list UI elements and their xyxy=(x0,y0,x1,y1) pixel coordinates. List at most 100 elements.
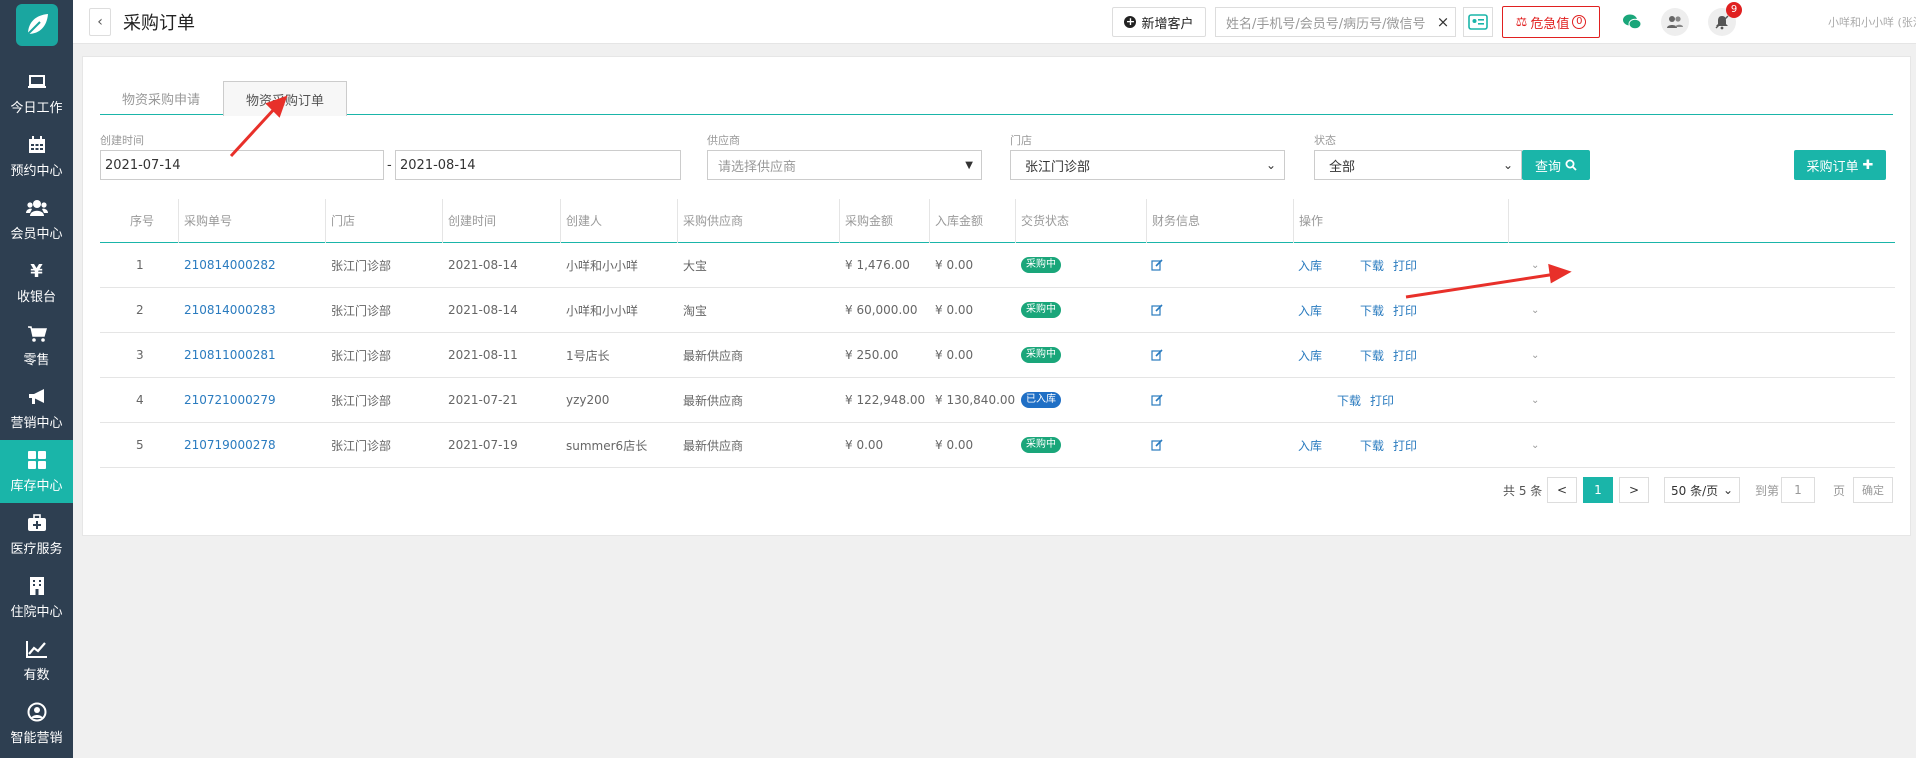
wechat-button[interactable] xyxy=(1618,8,1646,36)
new-customer-button[interactable]: + 新增客户 xyxy=(1112,7,1206,37)
sidebar-item-label: 智能营销 xyxy=(10,731,63,746)
edit-icon xyxy=(1151,259,1163,271)
notification-button[interactable]: 9 xyxy=(1708,2,1742,36)
sidebar-item-line-chart[interactable]: 有数 xyxy=(0,629,73,692)
new-purchase-order-button[interactable]: 采购订单 ✚ xyxy=(1794,150,1886,180)
confirm-goto-button[interactable]: 确定 xyxy=(1853,477,1893,503)
expand-row-chevron-icon[interactable]: ⌄ xyxy=(1531,423,1539,467)
print-link[interactable]: 打印 xyxy=(1393,243,1417,287)
expand-row-chevron-icon[interactable]: ⌄ xyxy=(1531,378,1539,422)
edit-icon xyxy=(1151,439,1163,451)
sidebar-item-laptop[interactable]: 今日工作 xyxy=(0,62,73,125)
sidebar-item-calendar[interactable]: 预约中心 xyxy=(0,125,73,188)
date-from-input[interactable]: 2021-07-14 xyxy=(100,150,384,180)
expand-row-chevron-icon[interactable]: ⌄ xyxy=(1531,243,1539,287)
finance-edit-button[interactable] xyxy=(1151,243,1163,287)
stock-in-link[interactable]: 入库 xyxy=(1298,333,1322,377)
print-link[interactable]: 打印 xyxy=(1370,378,1394,422)
page-1-button[interactable]: 1 xyxy=(1583,477,1613,503)
query-button[interactable]: 查询 xyxy=(1522,150,1590,180)
building-icon xyxy=(26,575,48,597)
order-number-link[interactable]: 210719000278 xyxy=(184,423,276,467)
sidebar-item-label: 零售 xyxy=(23,353,50,368)
tab-purchase-order[interactable]: 物资采购订单 xyxy=(223,81,348,116)
status-badge: 采购中 xyxy=(1021,437,1061,453)
staff-button[interactable] xyxy=(1661,8,1689,36)
finance-edit-button[interactable] xyxy=(1151,423,1163,467)
megaphone-icon xyxy=(26,386,48,408)
print-link[interactable]: 打印 xyxy=(1393,423,1417,467)
id-card-button[interactable] xyxy=(1463,7,1493,37)
chevron-down-icon: ⌄ xyxy=(1265,158,1276,172)
amount-cell: ¥ 250.00 xyxy=(845,348,899,362)
creator-cell: 小咩和小小咩 xyxy=(566,258,639,273)
critical-value-button[interactable]: ⚖ 危急值 0 xyxy=(1502,6,1600,38)
medkit-icon xyxy=(26,512,48,534)
main-panel: 物资采购申请 物资采购订单 创建时间 2021-07-14 - 2021-08-… xyxy=(82,56,1911,536)
status-select[interactable]: 全部 ⌄ xyxy=(1314,150,1522,180)
next-page-button[interactable]: > xyxy=(1619,477,1649,503)
download-link[interactable]: 下载 xyxy=(1360,243,1384,287)
row-index: 3 xyxy=(136,348,144,362)
finance-edit-button[interactable] xyxy=(1151,378,1163,422)
date-to-input[interactable]: 2021-08-14 xyxy=(395,150,681,180)
sidebar-item-yen[interactable]: ¥ 收银台 xyxy=(0,251,73,314)
download-link[interactable]: 下载 xyxy=(1360,333,1384,377)
download-link[interactable]: 下载 xyxy=(1360,288,1384,332)
tab-purchase-request[interactable]: 物资采购申请 xyxy=(100,81,222,115)
grid-icon xyxy=(26,449,48,471)
prev-page-button[interactable]: < xyxy=(1547,477,1577,503)
status-badge: 已入库 xyxy=(1021,392,1061,408)
sidebar-item-robot[interactable]: 智能营销 xyxy=(0,692,73,755)
back-button[interactable]: ‹ xyxy=(89,8,111,36)
order-number-link[interactable]: 210814000282 xyxy=(184,243,276,287)
order-number-link[interactable]: 210721000279 xyxy=(184,378,276,422)
edit-icon xyxy=(1151,394,1163,406)
sidebar-item-medkit[interactable]: 医疗服务 xyxy=(0,503,73,566)
sidebar-item-grid[interactable]: 库存中心 xyxy=(0,440,73,503)
logo[interactable] xyxy=(0,0,73,50)
row-index: 1 xyxy=(136,258,144,272)
critical-value-count: 0 xyxy=(1572,15,1587,29)
download-link[interactable]: 下载 xyxy=(1360,423,1384,467)
store-select[interactable]: 张江门诊部 ⌄ xyxy=(1010,150,1285,180)
sidebar-item-users[interactable]: 会员中心 xyxy=(0,188,73,251)
expand-row-chevron-icon[interactable]: ⌄ xyxy=(1531,288,1539,332)
sidebar-item-megaphone[interactable]: 营销中心 xyxy=(0,377,73,440)
user-menu[interactable]: 小咩和小小咩 (张江门诊部) ⌄ xyxy=(1828,14,1916,30)
page-size-select[interactable]: 50 条/页 ⌄ xyxy=(1664,477,1740,503)
print-link[interactable]: 打印 xyxy=(1393,333,1417,377)
print-link[interactable]: 打印 xyxy=(1393,288,1417,332)
date-cell: 2021-07-19 xyxy=(448,438,518,452)
sidebar-item-cart[interactable]: 零售 xyxy=(0,314,73,377)
supplier-select[interactable]: 请选择供应商 ▼ xyxy=(707,150,982,180)
date-cell: 2021-08-11 xyxy=(448,348,518,362)
page-size-value: 50 条/页 xyxy=(1671,483,1719,498)
stock-amount-cell: ¥ 0.00 xyxy=(935,258,974,272)
goto-page-input[interactable]: 1 xyxy=(1781,477,1815,503)
stock-in-link[interactable]: 入库 xyxy=(1298,423,1322,467)
supplier-cell: 最新供应商 xyxy=(683,393,744,408)
creator-cell: 1号店长 xyxy=(566,348,610,363)
sidebar-item-building[interactable]: 住院中心 xyxy=(0,566,73,629)
global-search-input[interactable]: 姓名/手机号/会员号/病历号/微信号 × xyxy=(1215,7,1456,37)
search-icon xyxy=(1565,159,1577,171)
stock-amount-cell: ¥ 0.00 xyxy=(935,303,974,317)
table-header: 序号 采购单号 门店 创建时间 创建人 采购供应商 采购金额 入库金额 交货状态 财务信息 操作 xyxy=(100,199,1895,243)
finance-edit-button[interactable] xyxy=(1151,288,1163,332)
pagination-total: 共 5 条 xyxy=(1503,483,1543,498)
expand-row-chevron-icon[interactable]: ⌄ xyxy=(1531,333,1539,377)
edit-icon xyxy=(1151,349,1163,361)
stock-in-link[interactable]: 入库 xyxy=(1298,243,1322,287)
column-header: 财务信息 xyxy=(1152,214,1201,228)
clear-icon[interactable]: × xyxy=(1431,13,1455,31)
chevron-down-icon: ⌄ xyxy=(1722,483,1733,497)
order-number-link[interactable]: 210811000281 xyxy=(184,333,276,377)
search-placeholder: 姓名/手机号/会员号/病历号/微信号 xyxy=(1226,16,1426,32)
stock-in-link[interactable]: 入库 xyxy=(1298,288,1322,332)
query-label: 查询 xyxy=(1534,159,1561,175)
order-number-link[interactable]: 210814000283 xyxy=(184,288,276,332)
finance-edit-button[interactable] xyxy=(1151,333,1163,377)
download-link[interactable]: 下载 xyxy=(1337,378,1361,422)
table-row: 2 210814000283 张江门诊部 2021-08-14 小咩和小小咩 淘宝 ¥ 60… xyxy=(100,288,1895,333)
